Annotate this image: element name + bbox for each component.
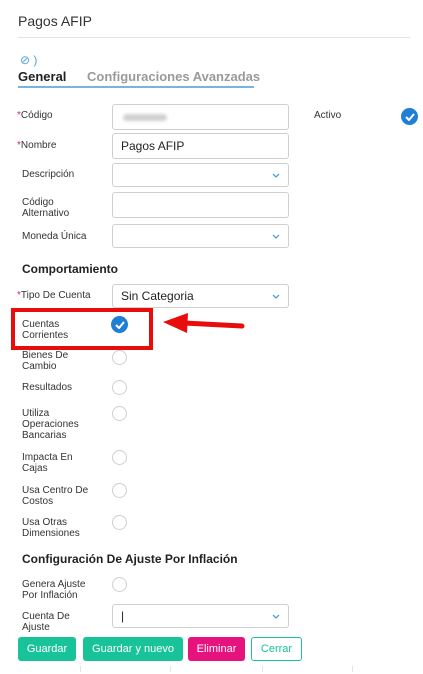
option-usa-centro-de-costos-label: Usa Centro De Costos [22, 485, 89, 507]
chevron-down-icon [272, 614, 280, 619]
codigo-label: *Código [17, 110, 53, 121]
page-title: Pagos AFIP [18, 13, 92, 29]
tipo-de-cuenta-select[interactable]: Sin Categoria [112, 284, 289, 308]
guardar-y-nuevo-button[interactable]: Guardar y nuevo [83, 637, 183, 661]
nombre-field[interactable]: Pagos AFIP [112, 133, 289, 159]
tab-underline [18, 86, 254, 88]
codigo-alternativo-field[interactable] [112, 192, 289, 218]
tipo-de-cuenta-value: Sin Categoria [121, 289, 194, 303]
check-icon [404, 112, 415, 121]
option-usa-otras-dimensiones-checkbox[interactable] [112, 515, 127, 530]
title-divider [18, 37, 410, 38]
option-impacta-en-cajas-label: Impacta En Cajas [22, 452, 73, 474]
option-utiliza-operaciones-bancarias-label: Utiliza Operaciones Bancarias [22, 408, 79, 441]
tab-configuraciones-avanzadas[interactable]: Configuraciones Avanzadas [87, 69, 260, 84]
nombre-value: Pagos AFIP [121, 139, 185, 153]
moneda-unica-select[interactable] [112, 224, 289, 248]
tab-general[interactable]: General [18, 69, 66, 84]
eliminar-button[interactable]: Eliminar [188, 637, 245, 661]
nombre-label: *Nombre [17, 140, 57, 151]
footer-divider [262, 666, 263, 672]
footer-divider [170, 666, 171, 672]
cuenta-de-ajuste-label: Cuenta De Ajuste [22, 611, 70, 633]
tipo-de-cuenta-label: *Tipo De Cuenta [17, 290, 91, 301]
genera-ajuste-checkbox[interactable] [112, 577, 127, 592]
cerrar-button[interactable]: Cerrar [251, 637, 302, 661]
option-usa-otras-dimensiones-label: Usa Otras Dimensiones [22, 517, 80, 539]
guardar-button[interactable]: Guardar [18, 637, 76, 661]
option-usa-centro-de-costos-checkbox[interactable] [112, 483, 127, 498]
footer-divider [80, 666, 81, 672]
annotation-highlight-box [11, 308, 153, 350]
activo-label: Activo [314, 110, 342, 121]
cuenta-de-ajuste-select[interactable]: | [112, 604, 289, 628]
codigo-field[interactable] [112, 104, 289, 130]
cuenta-de-ajuste-cursor: | [121, 609, 125, 623]
ajuste-heading: Configuración De Ajuste Por Inflación [22, 552, 238, 566]
descripcion-select[interactable] [112, 163, 289, 187]
comportamiento-heading: Comportamiento [22, 262, 118, 276]
chevron-down-icon [272, 173, 280, 178]
moneda-unica-label: Moneda Única [22, 231, 87, 242]
option-impacta-en-cajas-checkbox[interactable] [112, 450, 127, 465]
genera-ajuste-label: Genera Ajuste Por Inflación [22, 579, 86, 601]
activo-checkbox[interactable] [401, 108, 418, 125]
chevron-down-icon [272, 294, 280, 299]
option-utiliza-operaciones-bancarias-checkbox[interactable] [112, 406, 127, 421]
codigo-alternativo-label: Código Alternativo [22, 197, 70, 219]
footer-divider [352, 666, 353, 672]
option-resultados-label: Resultados [22, 382, 73, 393]
chevron-down-icon [272, 234, 280, 239]
descripcion-label: Descripción [22, 169, 75, 180]
option-resultados-checkbox[interactable] [112, 380, 127, 395]
annotation-arrow-icon [163, 313, 245, 333]
option-bienes-de-cambio-label: Bienes De Cambio [22, 350, 69, 372]
codigo-value-blurred [123, 113, 167, 121]
option-bienes-de-cambio-checkbox[interactable] [112, 350, 127, 365]
tag-icon[interactable]: ⊘ ) [20, 53, 37, 67]
